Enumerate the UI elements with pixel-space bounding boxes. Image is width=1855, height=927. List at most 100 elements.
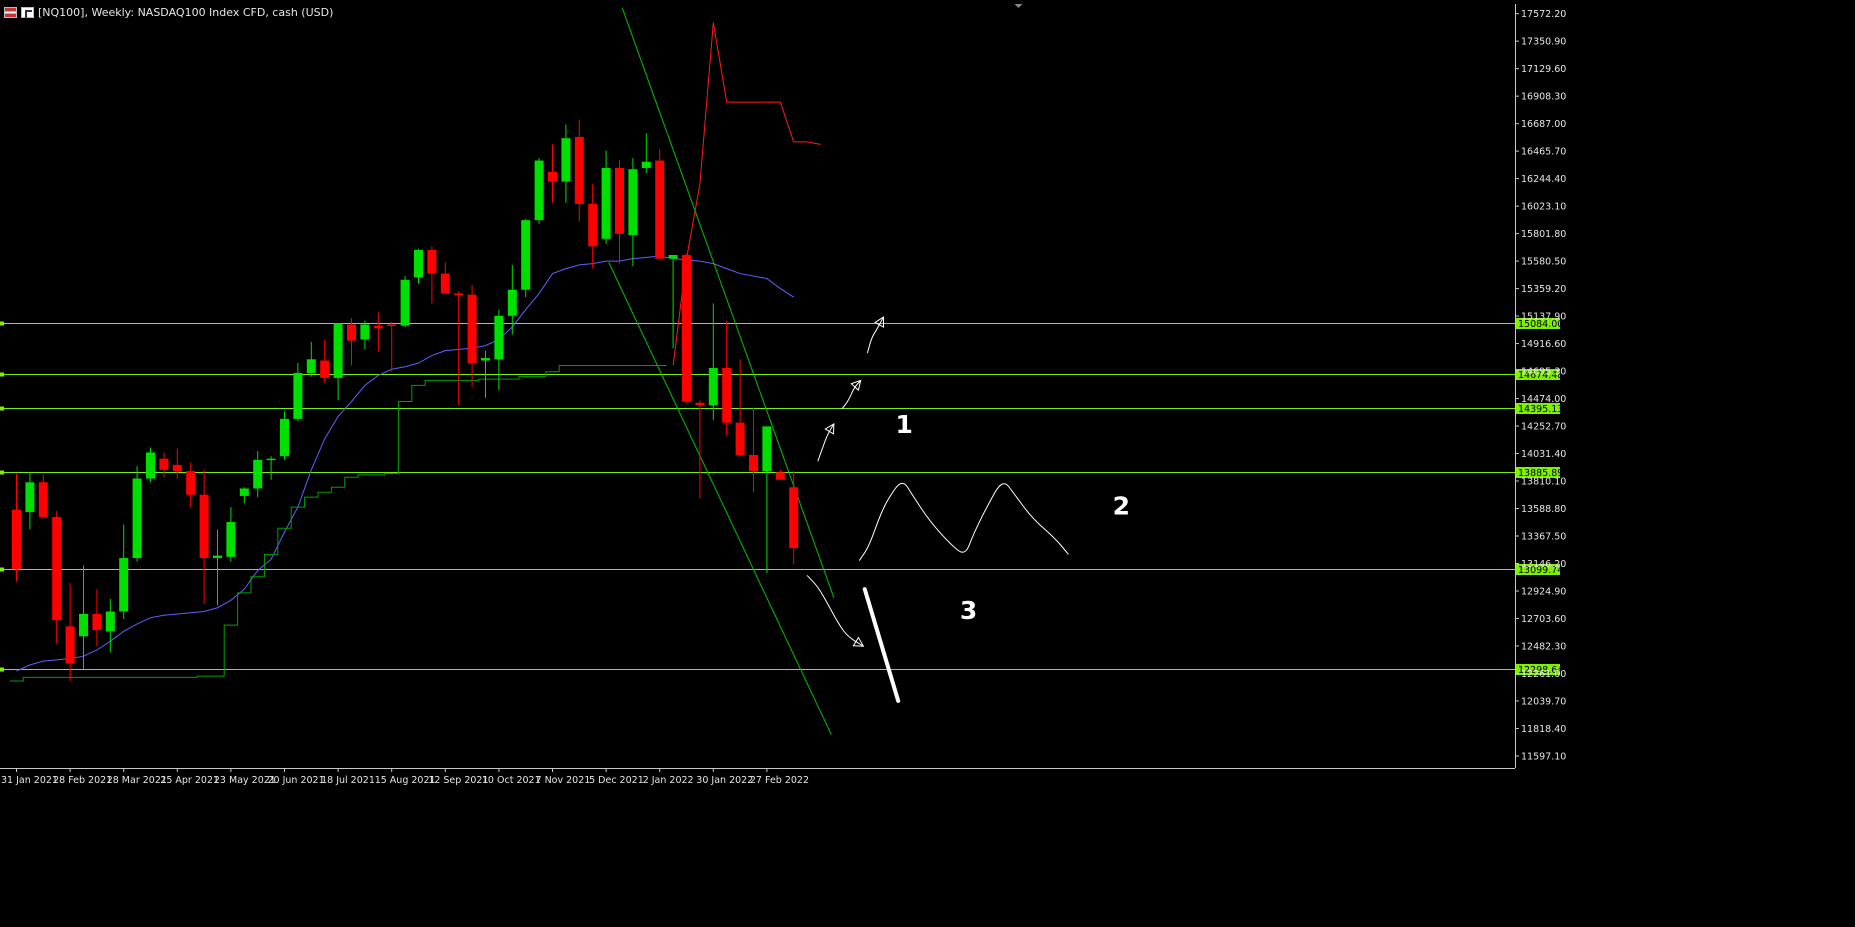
candle-body: [682, 254, 691, 402]
level-handle: [0, 406, 4, 411]
candle-body: [440, 273, 450, 294]
y-tick-label: 12924.90: [1521, 586, 1566, 597]
x-tick-label: 18 Jul 2021: [321, 775, 375, 786]
candle-body: [253, 459, 263, 489]
y-tick-label: 12039.70: [1521, 696, 1566, 707]
candle-body: [467, 294, 477, 364]
candle: [534, 158, 544, 224]
candle-body: [239, 488, 249, 496]
price-chart[interactable]: 15084.0014674.4814395.1313885.8913099.74…: [0, 0, 1855, 927]
candle-body: [79, 613, 88, 637]
level-price-label: 14395.13: [1518, 404, 1563, 415]
candle-body: [52, 517, 62, 621]
y-tick-label: 17129.60: [1521, 64, 1566, 75]
toolbar-icon[interactable]: [21, 6, 34, 18]
candle-body: [373, 325, 383, 329]
candle-body: [481, 358, 490, 361]
y-tick-label: 13146.20: [1521, 559, 1566, 570]
candle-body: [494, 315, 504, 360]
y-tick-label: 17572.20: [1521, 9, 1566, 20]
level-handle: [0, 321, 4, 326]
candle-body: [12, 509, 21, 570]
y-tick-label: 15137.90: [1521, 312, 1566, 323]
candle-body: [226, 522, 236, 557]
x-tick-label: 12 Sep 2021: [428, 775, 488, 786]
candle-body: [105, 611, 115, 632]
chart-type-icon[interactable]: [4, 6, 17, 18]
y-tick-label: 14474.00: [1521, 394, 1566, 405]
candle-body: [38, 482, 48, 518]
y-tick-label: 15580.50: [1521, 257, 1566, 268]
candle-body: [400, 279, 410, 326]
x-tick-label: 10 Oct 2021: [482, 775, 541, 786]
candle-body: [159, 458, 169, 470]
x-tick-label: 28 Mar 2021: [107, 775, 167, 786]
candle: [521, 218, 531, 298]
candle-body: [655, 160, 665, 259]
candle-body: [722, 367, 732, 423]
level-handle: [0, 667, 4, 672]
candle-body: [641, 161, 651, 168]
candle-body: [199, 494, 209, 559]
y-tick-label: 15801.80: [1521, 229, 1566, 240]
x-tick-label: 5 Dec 2021: [589, 775, 644, 786]
candle-body: [333, 323, 343, 378]
candle-body: [347, 324, 356, 341]
candle-body: [775, 472, 785, 480]
y-tick-label: 13810.10: [1521, 477, 1566, 488]
candle-body: [266, 458, 276, 461]
y-tick-label: 16023.10: [1521, 202, 1566, 213]
chart-header: [NQ100], Weekly: NASDAQ100 Index CFD, ca…: [4, 4, 333, 20]
x-tick-label: 28 Feb 2021: [53, 775, 112, 786]
y-tick-label: 16908.30: [1521, 92, 1566, 103]
y-tick-label: 14252.70: [1521, 422, 1566, 433]
x-tick-label: 2 Jan 2022: [643, 775, 694, 786]
y-tick-label: 17350.90: [1521, 37, 1566, 48]
x-tick-label: 25 Apr 2021: [160, 775, 219, 786]
y-tick-label: 13588.80: [1521, 504, 1566, 515]
candle-body: [387, 324, 397, 327]
candle-body: [427, 249, 437, 274]
y-tick-label: 12482.30: [1521, 641, 1566, 652]
annotation-label: 3: [960, 596, 977, 625]
x-tick-label: 27 Feb 2022: [750, 775, 809, 786]
x-tick-label: 15 Aug 2021: [375, 775, 436, 786]
level-handle: [0, 567, 4, 572]
x-tick-label: 7 Nov 2021: [536, 775, 591, 786]
y-tick-label: 16465.70: [1521, 147, 1566, 158]
candle-body: [708, 367, 718, 406]
candle-body: [293, 372, 303, 419]
candle: [132, 466, 142, 562]
chart-background: [0, 0, 1855, 927]
candle-body: [186, 471, 196, 495]
candle-body: [548, 171, 557, 182]
candle: [682, 253, 691, 403]
candle-body: [762, 426, 772, 472]
x-tick-label: 30 Jan 2022: [696, 775, 753, 786]
candle-body: [695, 402, 705, 406]
candle-body: [320, 360, 330, 378]
candle-body: [172, 464, 182, 472]
y-tick-label: 14695.30: [1521, 367, 1566, 378]
candle-body: [561, 138, 571, 182]
candle-body: [574, 136, 584, 205]
candle-body: [588, 204, 598, 247]
y-tick-label: 13367.50: [1521, 532, 1566, 543]
candle-body: [507, 289, 517, 316]
chart-title: [NQ100], Weekly: NASDAQ100 Index CFD, ca…: [38, 5, 334, 19]
level-handle: [0, 372, 4, 377]
y-tick-label: 12703.60: [1521, 614, 1566, 625]
candle-body: [414, 249, 423, 278]
candle-body: [132, 478, 142, 559]
candle-body: [749, 454, 758, 472]
y-tick-label: 14916.60: [1521, 339, 1566, 350]
candle: [146, 447, 155, 483]
candle-body: [25, 482, 35, 513]
candle-body: [92, 613, 102, 631]
x-tick-label: 20 Jun 2021: [268, 775, 325, 786]
candle-body: [213, 555, 222, 559]
level-handle: [0, 470, 4, 475]
candle-body: [615, 167, 624, 234]
candle-body: [280, 418, 289, 457]
candle-body: [789, 487, 799, 549]
